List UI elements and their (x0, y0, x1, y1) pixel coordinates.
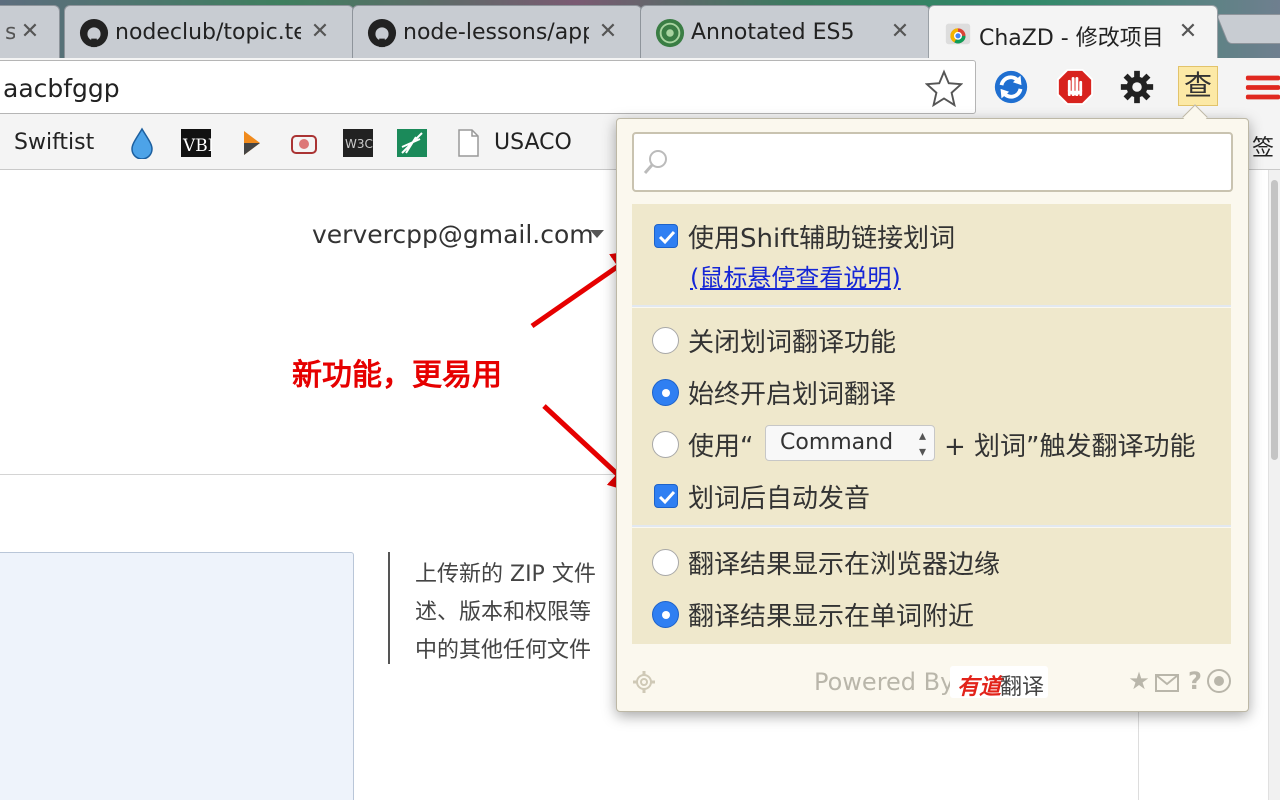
tab-1[interactable]: ss ✕ (0, 5, 60, 58)
display-radio-edge[interactable] (652, 549, 679, 576)
divider (632, 525, 1231, 527)
tab-title: ChaZD - 修改项目 (979, 26, 1164, 51)
camera-logo-icon[interactable] (288, 127, 320, 159)
auto-speak-label[interactable]: 划词后自动发音 (688, 478, 870, 515)
mode-label-always[interactable]: 始终开启划词翻译 (688, 374, 896, 411)
description-line: 上传新的 ZIP 文件 (415, 562, 596, 587)
display-radio-near[interactable] (652, 601, 679, 628)
footer-icons: ★ ? (1126, 668, 1236, 696)
tab-close-icon[interactable]: ✕ (19, 19, 41, 44)
shift-option-label[interactable]: 使用Shift辅助链接划词 (688, 218, 955, 255)
modifier-key-select[interactable]: Command ▴ ▾ (765, 425, 935, 461)
svg-text:VBL: VBL (182, 136, 212, 156)
vbl-logo-icon[interactable]: VBL (180, 127, 212, 159)
mail-icon[interactable] (1154, 670, 1180, 696)
check-icon (658, 230, 676, 245)
tab-title: node-lessons/app (403, 20, 589, 45)
tab-close-icon[interactable]: ✕ (597, 19, 619, 44)
scrollbar-thumb[interactable] (1271, 180, 1278, 460)
mode-label-off[interactable]: 关闭划词翻译功能 (688, 322, 896, 359)
tab-title: Annotated ES5 (691, 20, 855, 45)
tab-nodeclub[interactable]: nodeclub/topic.te ✕ (64, 5, 354, 58)
address-bar[interactable]: aacbfggp (0, 60, 976, 114)
toolbar: aacbfggp 查 (0, 58, 1280, 118)
github-icon (367, 18, 397, 48)
description-line: 中的其他任何文件 (415, 638, 592, 663)
bookmark-star-icon[interactable] (925, 69, 963, 107)
chazd-extension-button[interactable]: 查 (1178, 66, 1218, 106)
help-icon[interactable]: ? (1182, 668, 1208, 694)
modifier-key-value: Command (780, 430, 894, 455)
upload-dropzone[interactable] (0, 552, 354, 800)
quote-bar (388, 552, 390, 664)
tab-title: nodeclub/topic.te (115, 20, 301, 45)
chrome-store-icon (945, 23, 971, 45)
leaf-logo-icon[interactable] (396, 127, 428, 159)
play-logo-icon[interactable] (236, 127, 268, 159)
tab-title: ss (5, 20, 15, 45)
tab-chazd[interactable]: ChaZD - 修改项目 ✕ (928, 5, 1218, 58)
youdao-word: 翻译 (1000, 675, 1045, 700)
shift-checkbox[interactable] (654, 224, 678, 248)
description-line: 述、版本和权限等 (415, 600, 592, 625)
annotation-text: 新功能，更易用 (292, 358, 502, 393)
auto-speak-checkbox[interactable] (654, 484, 678, 508)
divider (632, 305, 1231, 307)
gear-icon[interactable] (1118, 68, 1156, 106)
display-label-edge[interactable]: 翻译结果显示在浏览器边缘 (688, 544, 1000, 581)
help-link[interactable]: (鼠标悬停查看说明) (690, 258, 901, 293)
mode-radio-always[interactable] (652, 379, 679, 406)
youdao-logo[interactable]: 有道 翻译 (950, 666, 1048, 700)
mode-label-modifier-prefix[interactable]: 使用“ (688, 426, 753, 463)
youdao-brand: 有道 (957, 675, 1002, 700)
upload-description: 上传新的 ZIP 文件 述、版本和权限等 中的其他任何文件 (415, 556, 615, 670)
water-drop-icon[interactable] (126, 127, 158, 159)
es5-logo-icon (655, 18, 685, 48)
chevron-down-icon[interactable] (590, 230, 604, 238)
account-email[interactable]: ververcpp@gmail.com (312, 220, 594, 249)
github-icon[interactable] (1206, 668, 1232, 694)
tab-close-icon[interactable]: ✕ (309, 19, 331, 44)
tab-node-lessons[interactable]: node-lessons/app ✕ (352, 5, 642, 58)
w3c-logo-icon[interactable]: W3C (342, 127, 374, 159)
mode-radio-off[interactable] (652, 327, 679, 354)
powered-by-text: Powered By (814, 668, 955, 696)
bookmark-swiftist[interactable]: Swiftist (14, 130, 94, 155)
menu-icon[interactable] (1244, 68, 1280, 106)
mode-label-modifier-suffix[interactable]: + 划词”触发翻译功能 (944, 426, 1196, 463)
bookmark-usaco[interactable]: USACO (494, 130, 572, 155)
select-arrows-icon: ▴ ▾ (918, 428, 926, 460)
popup-search (632, 132, 1233, 192)
display-label-near[interactable]: 翻译结果显示在单词附近 (688, 596, 974, 633)
search-icon (643, 150, 667, 174)
bookmark-overflow[interactable]: 签 (1252, 130, 1274, 162)
adblock-icon[interactable] (1056, 68, 1094, 106)
search-input[interactable] (676, 138, 1224, 186)
tab-annotated-es5[interactable]: Annotated ES5 ✕ (640, 5, 930, 58)
star-icon[interactable]: ★ (1126, 668, 1152, 694)
github-icon (79, 18, 109, 48)
sync-icon[interactable] (992, 68, 1030, 106)
new-tab-button[interactable] (1215, 14, 1280, 44)
file-icon[interactable] (452, 127, 484, 159)
address-bar-url: aacbfggp (3, 74, 120, 103)
tab-strip: ss ✕ nodeclub/topic.te ✕ node-lessons/ap… (0, 0, 1280, 58)
tab-close-icon[interactable]: ✕ (1177, 19, 1199, 44)
mode-radio-modifier[interactable] (652, 431, 679, 458)
settings-gear-icon[interactable] (632, 670, 656, 694)
tab-close-icon[interactable]: ✕ (889, 19, 911, 44)
check-icon (658, 490, 676, 505)
svg-text:W3C: W3C (345, 137, 373, 151)
